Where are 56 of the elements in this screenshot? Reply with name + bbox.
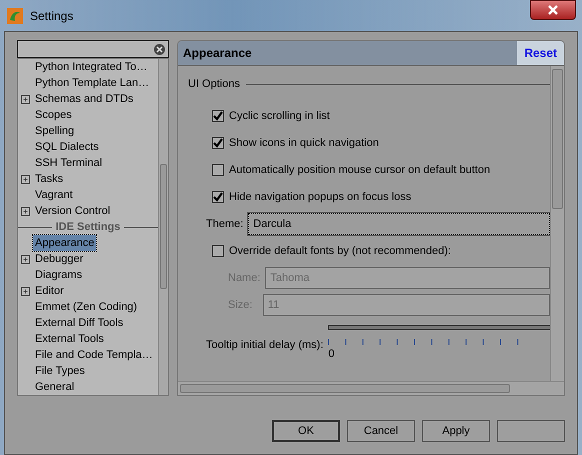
slider-label: Tooltip initial delay (ms): [206,338,324,352]
close-icon [548,5,558,15]
tree-item[interactable]: Appearance [33,234,96,252]
checkbox-label: Show icons in quick navigation [229,136,379,151]
scrollbar[interactable] [550,66,564,381]
checkbox[interactable] [212,164,224,176]
tree-item[interactable]: Debugger [33,250,86,268]
expand-icon[interactable] [21,174,30,184]
tree-item[interactable]: External Tools [33,330,106,348]
app-logo-icon [6,6,24,24]
tree-item[interactable]: Editor [33,282,66,300]
dialog-button[interactable]: OK [272,420,340,442]
tree-item[interactable]: File and Code Templa… [33,346,155,364]
tick-label: 0 [328,346,336,362]
window-title: Settings [30,8,74,24]
tree-item[interactable]: Spelling [33,122,76,140]
checkbox[interactable] [212,137,224,149]
dialog-button[interactable]: Cancel [347,420,415,442]
dialog-button[interactable] [497,420,565,442]
tree-item[interactable]: SSH Terminal [33,154,104,172]
tree-item[interactable]: Python Integrated To… [33,59,150,76]
scrollbar[interactable] [178,381,564,395]
reset-link[interactable]: Reset [517,41,564,65]
tree-item[interactable]: Tasks [33,170,66,188]
tree-item[interactable]: Scopes [33,106,74,124]
tree-item[interactable]: Version Control [33,202,112,220]
panel-title: Appearance [183,45,252,62]
dialog-button[interactable]: Apply [422,420,490,442]
tree-item[interactable]: Emmet (Zen Coding) [33,298,140,316]
checkbox-label: Automatically position mouse cursor on default button [229,162,490,178]
section-title: UI Options [188,77,240,92]
tree-item[interactable]: Vagrant [33,186,75,204]
expand-icon[interactable] [21,286,30,296]
checkbox[interactable] [212,245,224,257]
expand-icon[interactable] [21,94,30,104]
tree-item[interactable]: Diagrams [33,266,84,284]
theme-label: Theme: [206,216,244,232]
checkbox-label: Override default fonts by (not recommended): [229,244,451,259]
expand-icon[interactable] [21,254,30,264]
tree-item[interactable]: Schemas and DTDs [33,90,136,108]
checkbox[interactable] [212,110,224,122]
close-button[interactable] [530,0,576,20]
search-field[interactable] [17,40,169,58]
tree-item[interactable]: File Types [33,362,87,380]
checkbox-label: Cyclic scrolling in list [229,108,330,124]
group-heading: IDE Settings [56,220,120,235]
tree-item[interactable]: General [33,378,76,395]
expand-icon[interactable] [21,206,30,216]
tree-item[interactable]: External Diff Tools [33,314,126,332]
scrollbar[interactable] [158,59,168,395]
checkbox-label: Hide navigation popups on focus loss [229,190,412,205]
checkbox[interactable] [212,191,224,203]
theme-dropdown[interactable]: Darcula [248,213,550,235]
tree-item[interactable]: SQL Dialects [33,138,101,156]
tree-item[interactable]: Python Template Lan… [33,74,152,92]
clear-icon[interactable] [154,44,165,55]
